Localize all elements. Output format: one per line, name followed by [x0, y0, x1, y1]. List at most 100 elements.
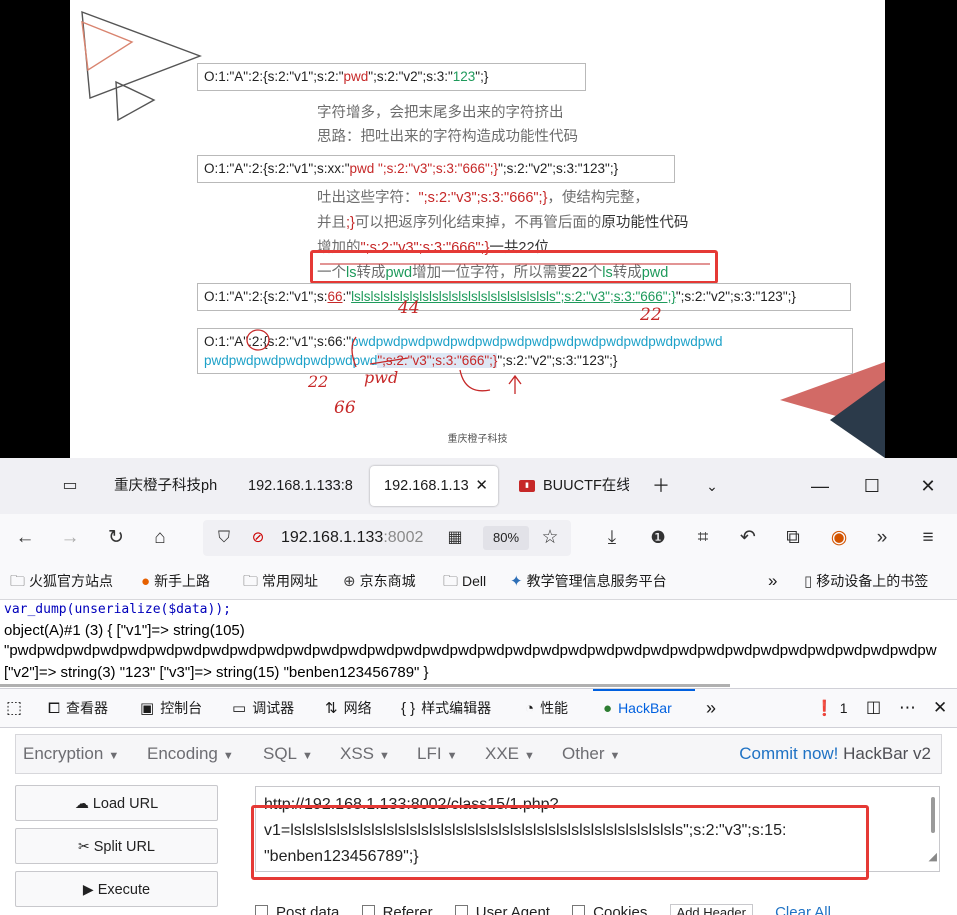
tab-console[interactable]: ▣ 控制台 [140, 689, 202, 728]
load-url-button[interactable]: ☁ Load URL [15, 785, 218, 821]
shield-icon[interactable]: ⛉ [209, 523, 239, 553]
download-icon[interactable]: ⤓ [597, 523, 627, 553]
tab-1[interactable]: 重庆橙子科技ph [100, 466, 226, 506]
inspector-icon: ⧠ [48, 700, 61, 717]
maximize-icon[interactable]: ☐ [852, 458, 892, 514]
forward-icon[interactable]: → [55, 523, 85, 553]
commit-banner: Commit now! HackBar v2 [739, 735, 931, 773]
checkbox-box [361, 905, 375, 915]
caret-down-icon: ▼ [222, 750, 234, 762]
clear-all-link[interactable]: Clear All [775, 904, 831, 915]
home-icon[interactable]: ⌂ [145, 523, 175, 553]
menu-label: XXE [485, 744, 520, 763]
caret-down-icon: ▼ [609, 750, 621, 762]
window-close-icon[interactable]: ✕ [908, 458, 948, 514]
more-options-icon[interactable]: ⋯ [899, 689, 916, 727]
tab-network[interactable]: ⇅ 网络 [325, 689, 372, 728]
bookmark-jd[interactable]: ⊕ 京东商城 [343, 562, 416, 601]
resize-grip-icon[interactable]: ◢ [929, 844, 937, 870]
bookmark-label: 教学管理信息服务平台 [526, 573, 667, 589]
bookmark-label: 常用网址 [262, 573, 319, 589]
output-line-1: object(A)#1 (3) { ["v1"]=> string(105) [4, 622, 245, 639]
referer-checkbox[interactable]: Referer [361, 904, 433, 915]
overflow-chevron-icon[interactable]: » [867, 523, 897, 553]
undo-icon[interactable]: ↶ [733, 523, 763, 553]
horizontal-scrollbar[interactable] [0, 684, 730, 687]
devtools-close-icon[interactable]: ✕ [933, 689, 947, 727]
tab-style-editor[interactable]: { } 样式编辑器 [401, 689, 491, 728]
menu-lfi[interactable]: LFI ▼ [417, 735, 457, 775]
bookmarks-overflow-icon[interactable]: » [768, 562, 777, 600]
tab-4[interactable]: ▮ BUUCTF在线 [505, 466, 629, 506]
url-bar[interactable]: ⛉ ⊘ 192.168.1.133:8002 ▦ 80% ☆ [203, 520, 571, 556]
menu-other[interactable]: Other ▼ [562, 735, 620, 775]
tab-label: HackBar [618, 700, 672, 716]
caret-down-icon: ▼ [379, 750, 390, 762]
menu-xxe[interactable]: XXE ▼ [485, 735, 535, 775]
button-label: Load URL [92, 796, 159, 812]
checkbox-label: User Agent [475, 904, 550, 915]
output-line-2: "pwdpwdpwdpwdpwdpwdpwdpwdpwdpwdpwdpwdpwd… [4, 642, 937, 659]
bookmark-firefox-official[interactable]: 🗀 火狐官方站点 [10, 562, 113, 601]
chevron-down-icon[interactable]: ⌄ [692, 458, 732, 514]
bookmark-dell[interactable]: 🗀 Dell [443, 562, 486, 601]
back-icon[interactable]: ← [10, 523, 40, 553]
network-icon: ⇅ [325, 700, 338, 717]
url-text[interactable]: 192.168.1.133:8002 [281, 520, 436, 556]
caret-down-icon: ▼ [524, 750, 535, 762]
menu-xss[interactable]: XSS ▼ [340, 735, 390, 775]
element-picker-icon[interactable]: ⬚ [6, 689, 22, 727]
qr-code-icon[interactable]: ▦ [440, 523, 470, 553]
tab-inspector[interactable]: ⧠ 查看器 [48, 689, 108, 728]
user-agent-checkbox[interactable]: User Agent [454, 904, 550, 915]
bookmark-star-icon[interactable]: ☆ [535, 523, 565, 553]
gauge-icon: ◔ [525, 700, 535, 717]
split-url-button[interactable]: ✂ Split URL [15, 828, 218, 864]
extensions-icon[interactable]: ⧉ [778, 523, 808, 553]
execute-button[interactable]: ▶ Execute [15, 871, 218, 907]
bookmark-common-sites[interactable]: 🗀 常用网址 [243, 562, 318, 601]
menu-icon[interactable]: ≡ [913, 523, 943, 553]
checkbox-box [454, 905, 468, 915]
checkbox-label: Post data [276, 904, 340, 915]
error-icon: ❗ [815, 700, 834, 717]
zoom-level[interactable]: 80% [483, 526, 529, 550]
tab-debugger[interactable]: ▭ 调试器 [232, 689, 294, 728]
bookmark-label: Dell [462, 573, 487, 589]
bookmark-label: 京东商城 [359, 573, 416, 589]
tab-3-active[interactable]: 192.168.1.13 ✕ [370, 466, 498, 506]
tab-2[interactable]: 192.168.1.133:8 [234, 466, 360, 506]
menu-encoding[interactable]: Encoding ▼ [147, 735, 234, 775]
commit-text: HackBar v2 [838, 744, 931, 763]
dock-icon[interactable]: ◫ [866, 689, 881, 727]
cloud-download-icon: ☁ [74, 795, 89, 811]
checkbox-box [255, 905, 268, 915]
devtools-toolbar: ⬚ ⧠ 查看器 ▣ 控制台 ▭ 调试器 ⇅ 网络 { } 样式编辑器 ◔ 性能 ● HackB… [0, 688, 957, 728]
commit-link[interactable]: Commit now! [739, 744, 838, 763]
error-counter[interactable]: ❗ 1 [815, 689, 847, 728]
overflow-chevron-icon[interactable]: » [706, 689, 716, 727]
add-header-select[interactable]: Add Header [669, 904, 753, 915]
bookmark-getting-started[interactable]: ● 新手上路 [141, 562, 210, 601]
post-data-checkbox[interactable]: Post data [255, 904, 339, 915]
tab-hackbar[interactable]: ● HackBar [603, 689, 672, 728]
cookies-checkbox[interactable]: Cookies [572, 904, 647, 915]
tab-performance[interactable]: ◔ 性能 [525, 689, 568, 728]
new-tab-icon[interactable]: ＋ [641, 458, 681, 514]
addon-icon[interactable]: ◉ [824, 523, 854, 553]
tab-overview-icon[interactable]: ▭ [55, 471, 85, 501]
school-icon: ✦ [510, 573, 523, 590]
crop-icon[interactable]: ⌗ [688, 523, 718, 553]
slide-footer: 重庆橙子科技 [447, 434, 508, 445]
minimize-icon[interactable]: — [800, 458, 840, 514]
insecure-lock-icon[interactable]: ⊘ [243, 523, 273, 553]
close-icon[interactable]: ✕ [475, 466, 488, 506]
menu-encryption[interactable]: Encryption ▼ [23, 735, 119, 775]
bookmark-mobile[interactable]: ▯ 移动设备上的书签 [804, 562, 928, 601]
account-badge-icon[interactable]: ❶ [643, 523, 673, 553]
menu-sql[interactable]: SQL ▼ [263, 735, 313, 775]
reload-icon[interactable]: ↻ [101, 523, 131, 553]
hackbar-options: Post data Referer User Agent Cookies Add… [255, 904, 849, 915]
bookmark-teaching-platform[interactable]: ✦ 教学管理信息服务平台 [510, 562, 667, 601]
textarea-scrollbar[interactable] [931, 797, 935, 833]
